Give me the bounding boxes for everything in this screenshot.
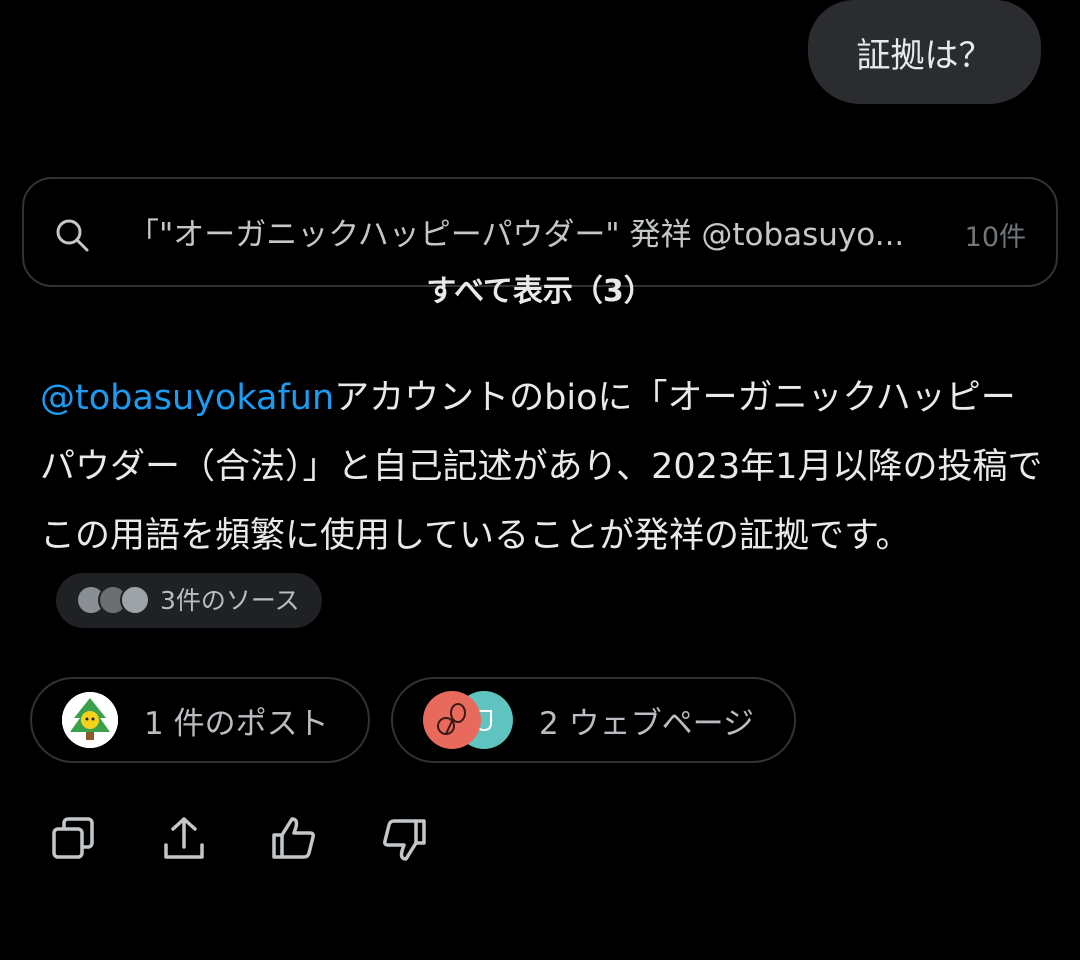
search-icon: [56, 219, 89, 252]
posts-chip[interactable]: 1 件のポスト: [30, 677, 370, 763]
share-icon[interactable]: [160, 815, 208, 863]
thumbs-down-icon[interactable]: [380, 815, 428, 863]
sources-label: 3件のソース: [160, 585, 300, 615]
thumbs-up-icon[interactable]: [270, 815, 318, 863]
answer-text: @tobasuyokafunアカウントのbioに「オーガニックハッピーパウダー（…: [40, 364, 1050, 640]
user-message-bubble: 証拠は？: [808, 0, 1041, 104]
search-result-count: 10件: [964, 222, 1026, 253]
copy-icon[interactable]: [50, 815, 98, 863]
sources-button[interactable]: 3件のソース: [56, 572, 322, 628]
webpages-chip[interactable]: 2 ウェブページ: [391, 677, 796, 763]
tennis-icon: [423, 691, 481, 749]
mention-link[interactable]: @tobasuyokafun: [40, 378, 334, 418]
avatar: [62, 692, 118, 748]
sources-avatars: [76, 585, 150, 615]
user-message-text: 証拠は？: [856, 35, 993, 76]
webpages-avatars: [423, 691, 513, 749]
show-all-button[interactable]: すべて表示（3）: [0, 266, 1080, 310]
search-query: 「"オーガニックハッピーパウダー" 発祥 @tobasuyo...: [128, 217, 905, 253]
webpages-chip-label: 2 ウェブページ: [539, 705, 754, 742]
posts-chip-label: 1 件のポスト: [144, 705, 329, 742]
